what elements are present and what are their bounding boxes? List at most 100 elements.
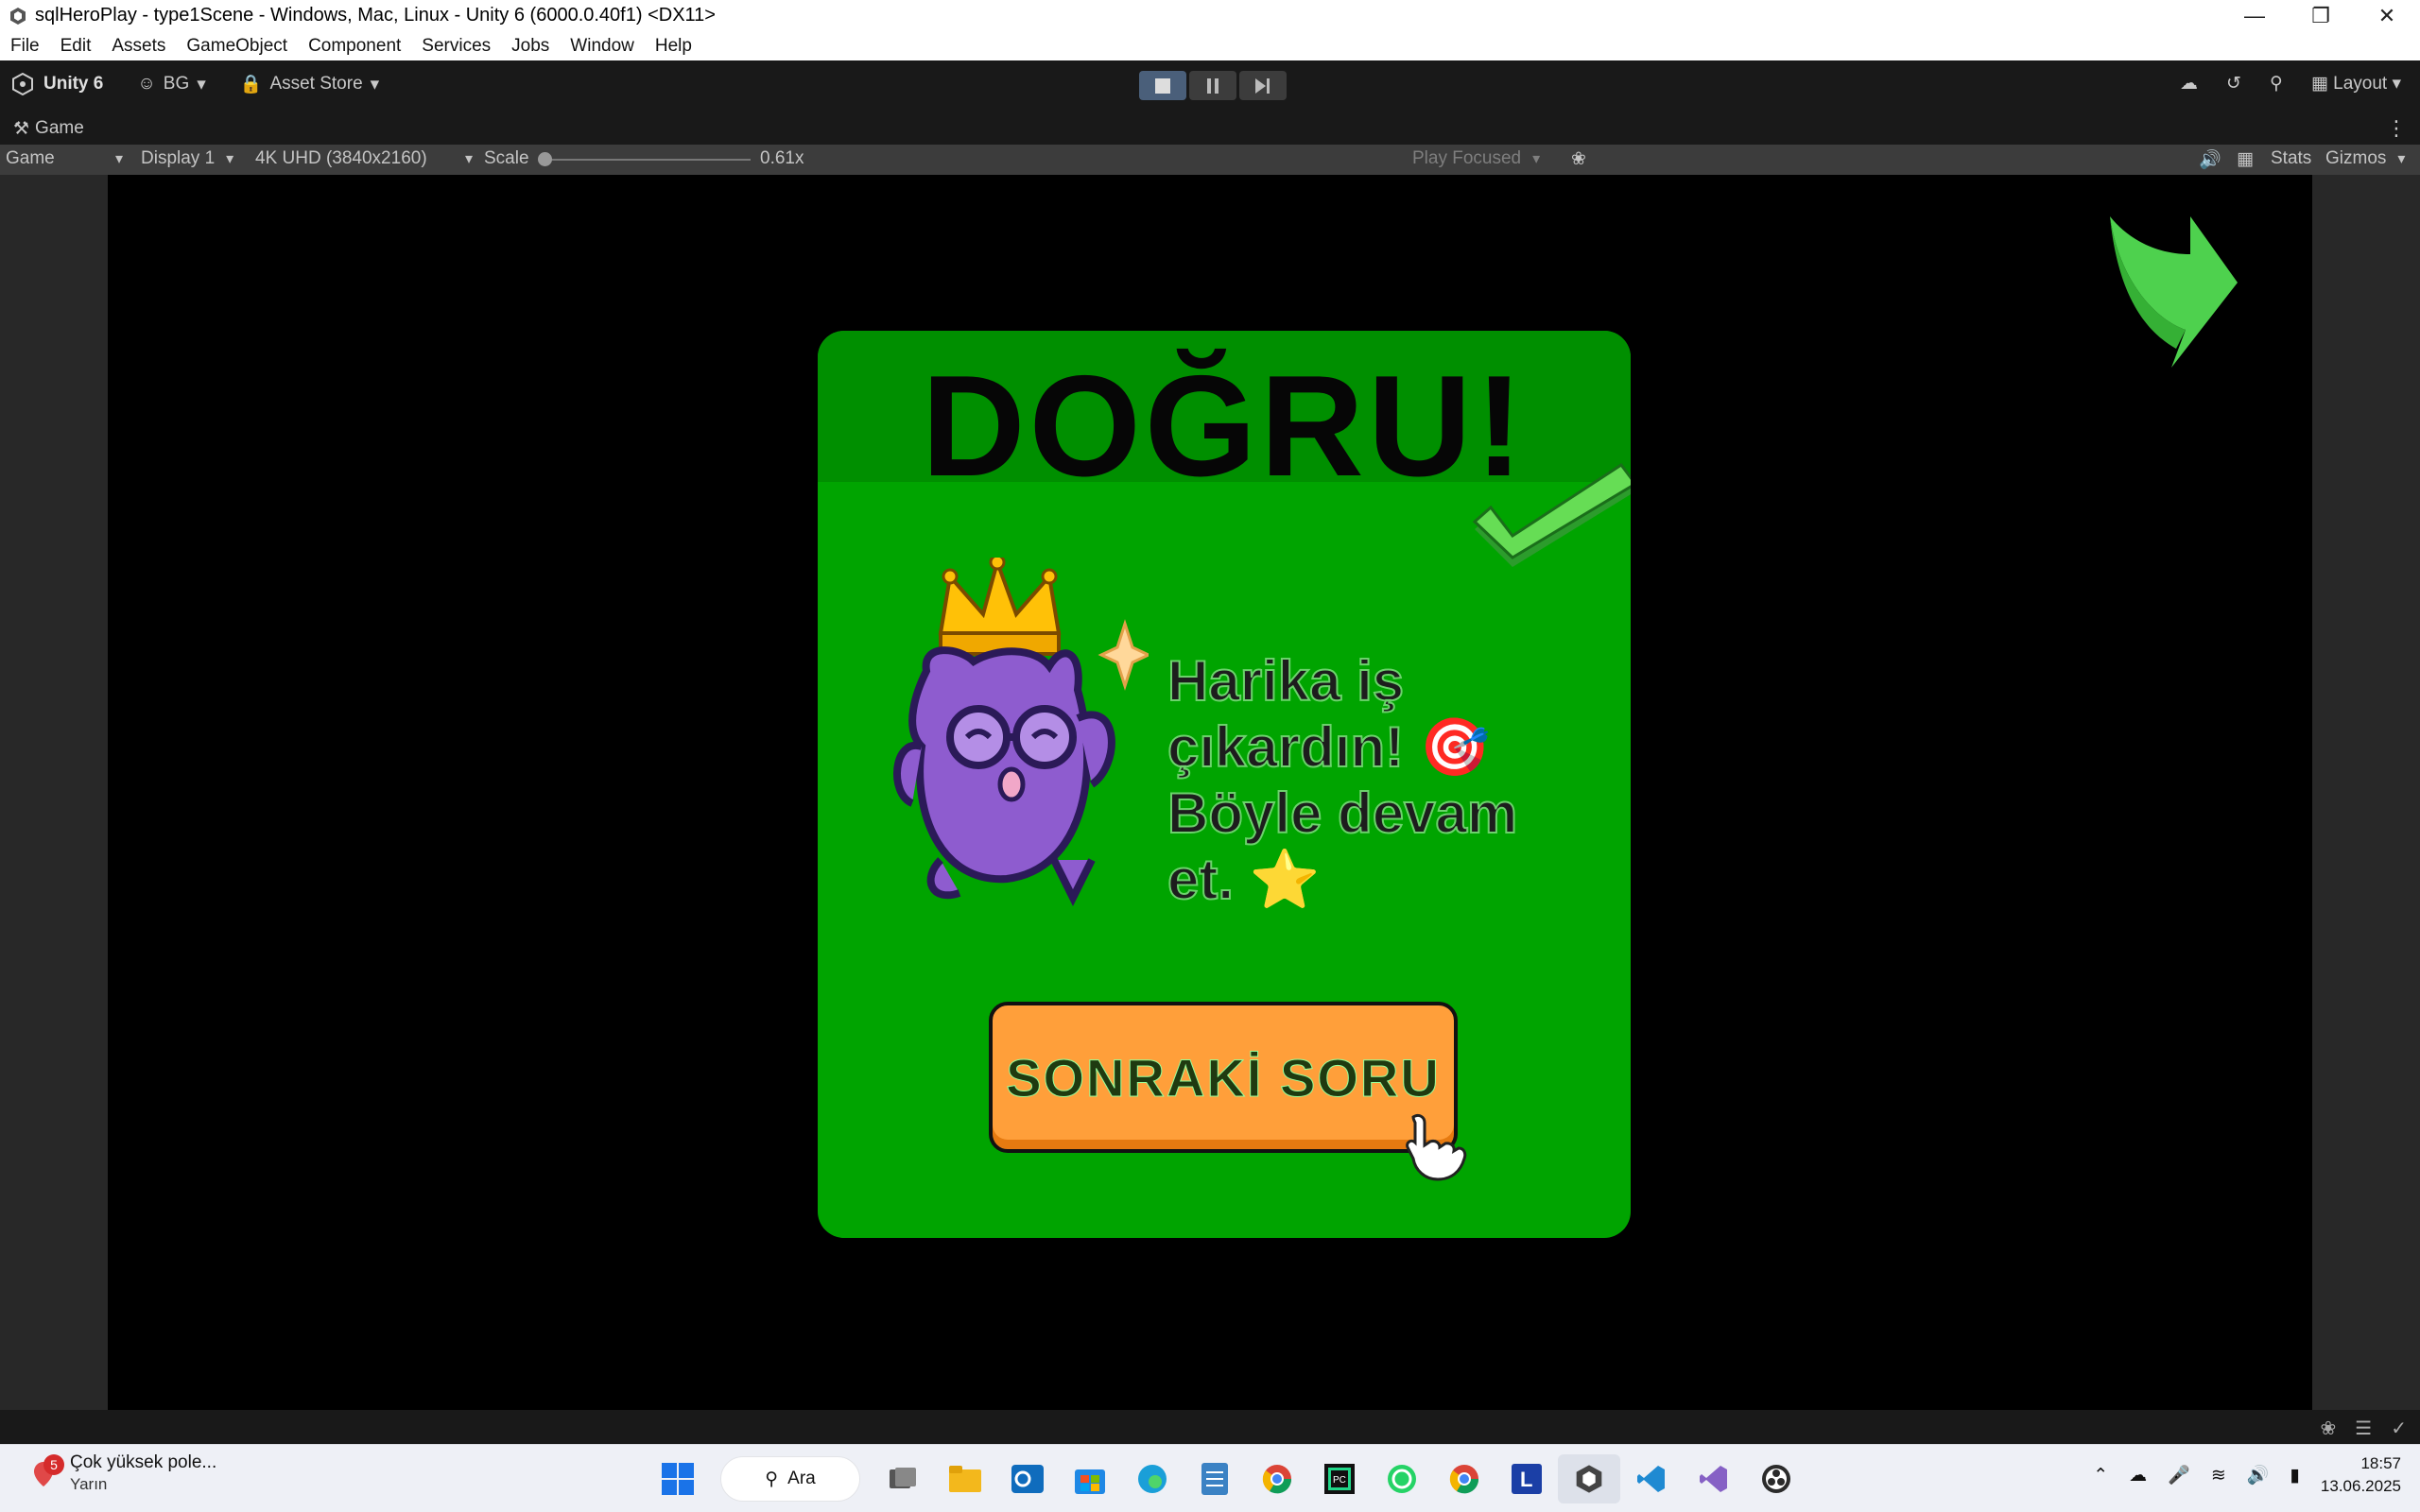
more-options-icon[interactable]: ⋮: [2386, 116, 2407, 141]
scale-value: 0.61x: [760, 148, 804, 168]
l-app-icon[interactable]: L: [1495, 1454, 1558, 1503]
pause-button[interactable]: [1189, 71, 1236, 100]
edge-icon[interactable]: [1121, 1454, 1184, 1503]
tab-game-label: Game: [35, 118, 84, 138]
close-button[interactable]: ✕: [2354, 0, 2420, 31]
clock[interactable]: 18:57 13.06.2025: [2321, 1452, 2401, 1498]
menu-help[interactable]: Help: [645, 36, 702, 57]
pointer-hand-icon: [1406, 1113, 1467, 1181]
restore-button[interactable]: ❐: [2288, 0, 2354, 31]
weather-icon: 5: [28, 1454, 64, 1488]
status-bar: ❀ ☰ ✓: [0, 1410, 2420, 1444]
mute-audio-icon[interactable]: 🔊: [2199, 148, 2221, 171]
search-icon[interactable]: ⚲: [2270, 73, 2283, 94]
next-question-button[interactable]: SONRAKİ SORU: [989, 1002, 1458, 1153]
view-mode-dropdown[interactable]: Game: [6, 148, 123, 169]
play-mode-label: Play Focused: [1412, 148, 1522, 168]
unity-logo-icon: [12, 73, 33, 95]
resolution-dropdown[interactable]: 4K UHD (3840x2160): [255, 148, 473, 169]
scale-label: Scale: [484, 148, 529, 168]
play-mode-dropdown[interactable]: Play Focused: [1412, 148, 1540, 169]
search-label: Ara: [787, 1469, 816, 1488]
game-viewport[interactable]: DOĞRU! Harika iş çıkardın! 🎯 Böyle devam…: [108, 175, 2312, 1410]
gizmos-label: Gizmos: [2325, 148, 2387, 168]
menu-window[interactable]: Window: [560, 36, 645, 57]
account-dropdown[interactable]: ☺ BG ▾: [137, 74, 205, 95]
outlook-icon[interactable]: [996, 1454, 1059, 1503]
weather-notification[interactable]: 5 Çok yüksek pole... Yarın: [28, 1452, 216, 1494]
layers-icon[interactable]: ☰: [2355, 1417, 2372, 1440]
start-button[interactable]: [647, 1454, 709, 1503]
system-tray: ⌃ ☁ 🎤 ≋ 🔊 ▮ 18:57 13.06.2025: [2093, 1452, 2401, 1498]
history-icon[interactable]: ↺: [2226, 73, 2241, 94]
pycharm-icon[interactable]: PC: [1308, 1454, 1371, 1503]
account-icon: ☺: [137, 74, 156, 94]
gamepad-icon: ⚒: [13, 118, 30, 139]
chevron-down-icon: ▾: [370, 74, 380, 94]
menu-assets[interactable]: Assets: [101, 36, 176, 57]
display-dropdown[interactable]: Display 1: [141, 148, 233, 169]
result-message: Harika iş çıkardın! 🎯 Böyle devam et. ⭐: [1167, 648, 1518, 912]
menu-jobs[interactable]: Jobs: [501, 36, 560, 57]
clock-time: 18:57: [2360, 1454, 2401, 1472]
file-explorer-icon[interactable]: [934, 1454, 996, 1503]
unity-taskbar-icon[interactable]: [1558, 1454, 1620, 1503]
task-view-icon[interactable]: [872, 1454, 934, 1503]
cloud-icon[interactable]: ☁: [2180, 73, 2198, 94]
menu-services[interactable]: Services: [411, 36, 501, 57]
stats-button[interactable]: Stats: [2271, 148, 2311, 169]
taskbar-search[interactable]: ⚲ Ara: [720, 1456, 860, 1502]
minimize-button[interactable]: —: [2221, 0, 2288, 31]
onedrive-icon[interactable]: ☁: [2129, 1465, 2147, 1486]
menu-component[interactable]: Component: [298, 36, 411, 57]
chrome-icon[interactable]: [1433, 1454, 1495, 1503]
notepad-icon[interactable]: [1184, 1454, 1246, 1503]
check-circle-icon[interactable]: ✓: [2391, 1417, 2407, 1440]
wifi-icon[interactable]: ≋: [2211, 1465, 2226, 1486]
main-toolbar: Unity 6 ☺ BG ▾ 🔒 Asset Store ▾ ☁ ↺ ⚲ ▦ L…: [0, 60, 2420, 112]
microphone-icon[interactable]: 🎤: [2168, 1464, 2190, 1486]
green-arrow-icon[interactable]: [2100, 207, 2242, 377]
chevron-up-icon[interactable]: ⌃: [2093, 1465, 2108, 1486]
windows-logo-icon: [662, 1463, 694, 1495]
gizmos-dropdown[interactable]: Gizmos: [2325, 148, 2405, 169]
asset-store-dropdown[interactable]: 🔒 Asset Store ▾: [240, 73, 379, 95]
menu-gameobject[interactable]: GameObject: [176, 36, 298, 57]
vscode-icon[interactable]: [1620, 1454, 1683, 1503]
scale-slider-handle[interactable]: [538, 152, 552, 166]
search-icon: ⚲: [765, 1469, 779, 1489]
windows-taskbar: 5 Çok yüksek pole... Yarın ⚲ Ara PC L ⌃: [0, 1444, 2420, 1512]
volume-icon[interactable]: 🔊: [2247, 1464, 2270, 1486]
result-panel: DOĞRU! Harika iş çıkardın! 🎯 Böyle devam…: [818, 331, 1631, 1238]
owl-mascot-illustration: [893, 558, 1149, 906]
battery-icon[interactable]: ▮: [2290, 1465, 2299, 1486]
bag-icon: 🔒: [239, 75, 263, 94]
whatsapp-icon[interactable]: [1371, 1454, 1433, 1503]
microsoft-store-icon[interactable]: [1059, 1454, 1121, 1503]
stop-icon: [1155, 77, 1170, 94]
visual-studio-icon[interactable]: [1683, 1454, 1745, 1503]
layout-dropdown[interactable]: ▦ Layout ▾: [2311, 73, 2401, 94]
bug-icon[interactable]: ❀: [1571, 148, 1586, 170]
tab-game[interactable]: ⚒ Game: [13, 118, 84, 140]
taskbar-apps: ⚲ Ara PC L: [647, 1454, 1807, 1503]
notification-count-badge: 5: [43, 1454, 64, 1475]
resolution-label: 4K UHD (3840x2160): [255, 148, 427, 168]
chevron-down-icon: ▾: [197, 74, 206, 94]
play-stop-button[interactable]: [1139, 71, 1186, 100]
chrome-profile-icon[interactable]: [1246, 1454, 1308, 1503]
debug-icon[interactable]: ❀: [2321, 1417, 2337, 1440]
layout-label: Layout: [2333, 74, 2388, 94]
checkmark-icon: [1472, 463, 1631, 567]
step-button[interactable]: [1239, 71, 1287, 100]
asset-store-label: Asset Store: [269, 74, 363, 94]
pause-icon: [1207, 77, 1219, 94]
grid-icon[interactable]: ▦: [2237, 148, 2254, 170]
layout-icon: ▦: [2310, 74, 2328, 94]
menu-file[interactable]: File: [0, 36, 50, 57]
window-title: sqlHeroPlay - type1Scene - Windows, Mac,…: [35, 5, 716, 26]
scale-slider-track[interactable]: [541, 159, 751, 161]
menu-edit[interactable]: Edit: [50, 36, 102, 57]
obs-icon[interactable]: [1745, 1454, 1807, 1503]
unity-version-label: Unity 6: [43, 74, 104, 94]
